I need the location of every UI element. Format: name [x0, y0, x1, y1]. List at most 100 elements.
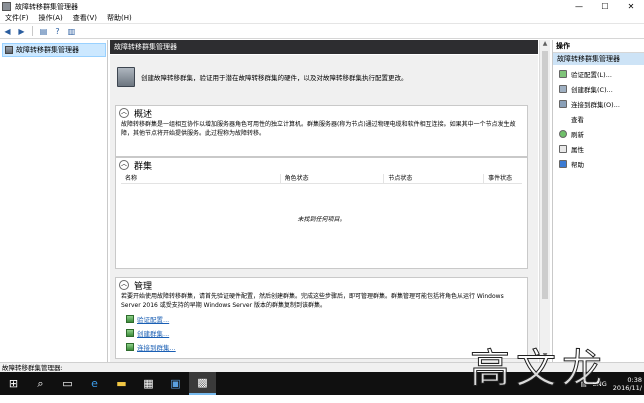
- view-icon: [559, 115, 567, 123]
- title-bar: 故障转移群集管理器 — ☐ ✕: [0, 0, 644, 13]
- clock[interactable]: 0:38 2016/11/: [613, 376, 642, 392]
- overview-title: 概述: [134, 109, 153, 120]
- center-pane: 故障转移群集管理器 创建故障转移群集，验证用于潜在故障转移群集的硬件，以及对故障…: [110, 40, 538, 362]
- link-label: 验证配置...: [137, 316, 170, 324]
- center-header: 故障转移群集管理器: [110, 40, 538, 54]
- link-label: 连接到群集...: [137, 344, 176, 352]
- manage-title: 管理: [134, 281, 153, 292]
- menu-file[interactable]: 文件(F): [0, 13, 34, 23]
- collapse-icon[interactable]: ︿: [119, 108, 129, 118]
- column-role-status[interactable]: 角色状态: [281, 173, 385, 184]
- task-view-icon[interactable]: ▭: [54, 372, 81, 395]
- cluster-manager-icon: [5, 46, 13, 54]
- manage-panel: ︿ 管理 若要开始使用故障转移群集，请首先验证硬件配置，然后创建群集。完成这些步…: [115, 277, 528, 359]
- action-help[interactable]: 帮助: [553, 158, 644, 170]
- language-indicator[interactable]: ENG: [593, 380, 607, 388]
- action-label: 帮助: [571, 161, 584, 169]
- tree-item-failover-cluster-manager[interactable]: 故障转移群集管理器: [2, 43, 106, 57]
- tree-item-label: 故障转移群集管理器: [16, 46, 79, 54]
- create-cluster-icon: [559, 85, 567, 93]
- action-label: 验证配置(L)...: [571, 71, 612, 79]
- action-connect-to-cluster[interactable]: 连接到群集(O)...: [553, 98, 644, 110]
- failover-cluster-manager-taskbar-icon[interactable]: ▩: [189, 372, 216, 395]
- powershell-icon[interactable]: ▣: [162, 372, 189, 395]
- connect-cluster-icon: [559, 100, 567, 108]
- action-label: 创建群集(C)...: [571, 86, 613, 94]
- manage-text: 若要开始使用故障转移群集，请首先验证硬件配置，然后创建群集。完成这些步骤后，即可…: [121, 293, 504, 309]
- window-controls: — ☐ ✕: [566, 0, 644, 13]
- clusters-empty-message: 未找到任何项目。: [297, 216, 346, 223]
- column-event-status[interactable]: 事件状态: [484, 174, 522, 184]
- cluster-server-icon: [117, 67, 135, 87]
- column-node-status[interactable]: 节点状态: [384, 173, 485, 184]
- show-hide-action-pane-icon[interactable]: ▥: [66, 26, 77, 37]
- collapse-icon[interactable]: ︿: [119, 280, 129, 290]
- intro-section: 创建故障转移群集，验证用于潜在故障转移群集的硬件，以及对故障转移群集执行配置更改…: [115, 60, 527, 94]
- action-properties[interactable]: 属性: [553, 143, 644, 155]
- taskbar: ⊞ ⌕ ▭ e ▬ ▦ ▣ ▩ ▤ ENG 0:38 2016/11/: [0, 372, 644, 395]
- create-cluster-link[interactable]: 创建群集...: [126, 328, 527, 338]
- overview-text: 故障转移群集是一组相互协作以增加服务器角色可用性的独立计算机。群集服务器(称为节…: [121, 121, 516, 137]
- intro-text: 创建故障转移群集，验证用于潜在故障转移群集的硬件，以及对故障转移群集执行配置更改…: [141, 74, 408, 82]
- minimize-button[interactable]: —: [566, 0, 592, 13]
- action-label: 属性: [571, 146, 584, 154]
- network-icon[interactable]: ▤: [581, 380, 587, 388]
- center-scrollbar[interactable]: ▲ ▼: [539, 40, 550, 362]
- menu-action[interactable]: 操作(A): [34, 13, 68, 23]
- action-label: 连接到群集(O)...: [571, 101, 620, 109]
- scroll-down-icon[interactable]: ▼: [540, 352, 550, 362]
- clock-time: 0:38: [627, 375, 642, 384]
- connect-cluster-icon: [126, 343, 134, 351]
- scroll-thumb[interactable]: [542, 51, 548, 299]
- menu-view[interactable]: 查看(V): [68, 13, 102, 23]
- file-explorer-icon[interactable]: ▬: [108, 372, 135, 395]
- connect-to-cluster-link[interactable]: 连接到群集...: [126, 342, 527, 352]
- validate-icon: [559, 70, 567, 78]
- action-label: 刷新: [571, 131, 584, 139]
- action-view[interactable]: 查看: [553, 113, 644, 125]
- column-name[interactable]: 名称: [121, 173, 281, 184]
- status-bar: 故障转移群集管理器:: [0, 362, 644, 372]
- collapse-icon[interactable]: ︿: [119, 160, 129, 170]
- app-icon: [2, 2, 11, 11]
- console-tree: 故障转移群集管理器: [0, 40, 108, 362]
- bottom-strip: [0, 395, 644, 403]
- action-create-cluster[interactable]: 创建群集(C)...: [553, 83, 644, 95]
- system-tray: ▤ ENG 0:38 2016/11/: [581, 376, 644, 392]
- create-cluster-icon: [126, 329, 134, 337]
- forward-arrow-icon[interactable]: ▶: [16, 26, 27, 37]
- search-icon[interactable]: ⌕: [27, 372, 54, 395]
- clusters-header[interactable]: ︿ 群集: [116, 158, 527, 172]
- server-manager-icon[interactable]: ▦: [135, 372, 162, 395]
- actions-title: 操作: [553, 40, 644, 53]
- properties-icon: [559, 145, 567, 153]
- edge-browser-icon[interactable]: e: [81, 372, 108, 395]
- center-body: 创建故障转移群集，验证用于潜在故障转移群集的硬件，以及对故障转移群集执行配置更改…: [110, 55, 538, 362]
- refresh-icon: [559, 130, 567, 138]
- overview-header[interactable]: ︿ 概述: [116, 106, 527, 120]
- validate-icon: [126, 315, 134, 323]
- action-validate-configuration[interactable]: 验证配置(L)...: [553, 68, 644, 80]
- manage-header[interactable]: ︿ 管理: [116, 278, 527, 292]
- link-label: 创建群集...: [137, 330, 170, 338]
- action-label: 查看: [571, 116, 584, 124]
- clusters-panel: ︿ 群集 名称 角色状态 节点状态 事件状态 未找到任何项目。: [115, 157, 528, 269]
- close-button[interactable]: ✕: [618, 0, 644, 13]
- action-refresh[interactable]: 刷新: [553, 128, 644, 140]
- back-arrow-icon[interactable]: ◀: [2, 26, 13, 37]
- menu-help[interactable]: 帮助(H): [102, 13, 137, 23]
- maximize-button[interactable]: ☐: [592, 0, 618, 13]
- scroll-up-icon[interactable]: ▲: [540, 40, 550, 50]
- show-hide-tree-icon[interactable]: ▤: [38, 26, 49, 37]
- help-icon: [559, 160, 567, 168]
- validate-configuration-link[interactable]: 验证配置...: [126, 314, 527, 324]
- windows-start-icon[interactable]: ⊞: [0, 372, 27, 395]
- window-title: 故障转移群集管理器: [15, 2, 78, 11]
- overview-panel: ︿ 概述 故障转移群集是一组相互协作以增加服务器角色可用性的独立计算机。群集服务…: [115, 105, 528, 157]
- toolbar: ◀ ▶ ▤ ? ▥: [0, 24, 644, 39]
- toolbar-separator: [32, 26, 33, 36]
- clock-date: 2016/11/: [612, 383, 642, 392]
- help-icon[interactable]: ?: [52, 26, 63, 37]
- actions-subtitle[interactable]: 故障转移群集管理器: [553, 53, 644, 65]
- clusters-title: 群集: [134, 161, 153, 172]
